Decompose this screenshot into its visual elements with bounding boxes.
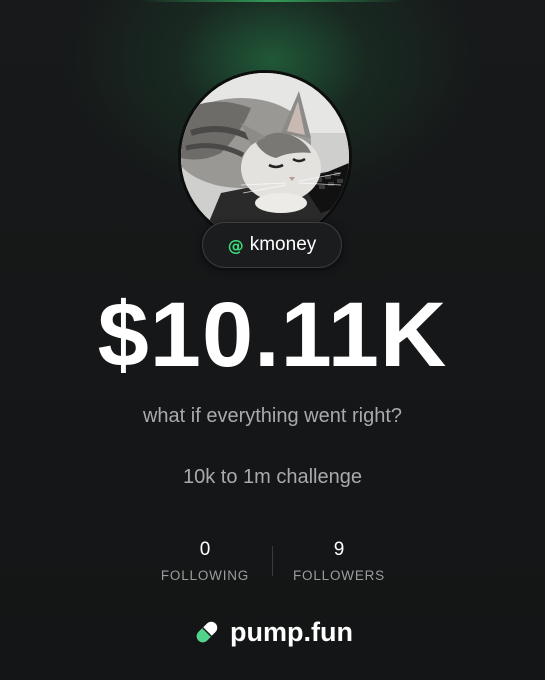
- followers-stat[interactable]: 9 FOLLOWERS: [269, 538, 409, 583]
- profile-bio: 10k to 1m challenge: [182, 466, 362, 488]
- stats-row: 0 FOLLOWING 9 FOLLOWERS: [0, 538, 545, 588]
- pill-icon: [192, 617, 222, 647]
- following-label: FOLLOWING: [160, 568, 250, 583]
- brand-name: pump.fun: [230, 616, 353, 647]
- brand-logo[interactable]: pump.fun: [0, 612, 545, 652]
- at-sign-icon: @: [227, 235, 244, 255]
- followers-count: 9: [333, 539, 345, 560]
- followers-label: FOLLOWERS: [293, 568, 385, 583]
- profile-tagline: what if everything went right?: [142, 405, 403, 427]
- following-stat[interactable]: 0 FOLLOWING: [135, 538, 275, 583]
- profile-card: @ kmoney $10.11K what if everything went…: [0, 0, 545, 680]
- username: kmoney: [249, 234, 317, 255]
- top-accent-line: [140, 0, 405, 2]
- username-pill[interactable]: @ kmoney: [202, 222, 342, 268]
- balance-value: $10.11K: [97, 284, 448, 386]
- cat-photo-icon: [181, 73, 349, 241]
- following-count: 0: [199, 539, 211, 560]
- avatar[interactable]: [178, 70, 352, 244]
